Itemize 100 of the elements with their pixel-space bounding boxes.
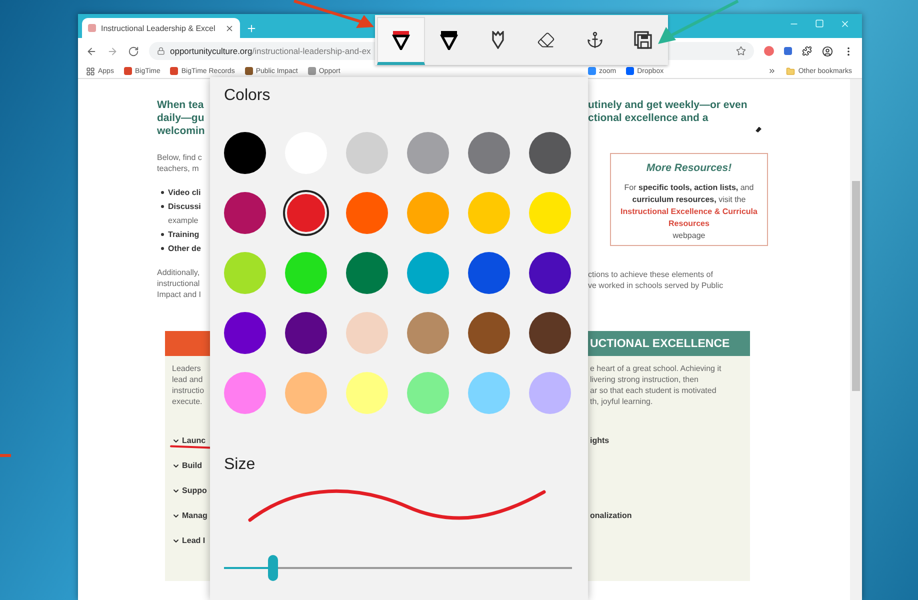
color-swatch[interactable] xyxy=(224,192,266,234)
color-swatch[interactable] xyxy=(285,312,327,354)
color-swatch[interactable] xyxy=(529,312,571,354)
paragraph-line: lead and xyxy=(172,374,204,385)
list-item: Video cli xyxy=(168,188,201,196)
scrollbar-thumb[interactable] xyxy=(852,181,860,391)
save-icon xyxy=(634,31,652,49)
paragraph-line: e heart of a great school. Achieving it xyxy=(590,363,722,374)
accordion-item[interactable]: onalization xyxy=(590,511,632,520)
color-swatch[interactable] xyxy=(346,132,388,174)
accordion-item[interactable]: Lead I xyxy=(172,536,206,545)
accordion-item[interactable]: Launc xyxy=(172,436,206,445)
heading-line: utinely and get weekly—or even xyxy=(588,99,748,112)
paragraph-line: livering strong instruction, then xyxy=(590,374,700,385)
size-label: Size xyxy=(224,456,256,474)
extension-icon[interactable] xyxy=(784,47,792,55)
more-bookmarks-icon[interactable] xyxy=(768,67,776,75)
size-slider[interactable] xyxy=(224,555,572,581)
eraser-icon xyxy=(537,31,556,49)
color-swatch[interactable] xyxy=(407,252,449,294)
chevron-icon xyxy=(172,436,180,444)
bullet-icon xyxy=(161,246,164,250)
paragraph-line: instructional xyxy=(157,278,201,289)
scrollbar[interactable] xyxy=(850,79,862,600)
list-item: Other de xyxy=(168,244,201,252)
paragraph-line: execute. xyxy=(172,396,204,407)
color-swatch[interactable] xyxy=(529,192,571,234)
chevron-icon xyxy=(172,462,180,470)
flyout-title: Colors xyxy=(224,87,272,105)
favicon-icon xyxy=(88,24,96,32)
reload-icon[interactable] xyxy=(128,46,139,56)
card-title: More Resources! xyxy=(646,162,732,174)
maximize-icon[interactable] xyxy=(815,18,824,28)
star-icon[interactable] xyxy=(736,46,746,56)
bullet-icon xyxy=(161,190,164,194)
forward-icon[interactable] xyxy=(107,46,118,56)
color-swatch[interactable] xyxy=(224,372,266,414)
anchor-icon xyxy=(586,31,604,49)
resources-link[interactable]: Instructional Excellence & Curricula Resources xyxy=(617,206,761,230)
color-swatch[interactable] xyxy=(407,312,449,354)
color-swatch[interactable] xyxy=(529,252,571,294)
accordion-item[interactable]: Manag xyxy=(172,511,208,520)
color-swatch[interactable] xyxy=(468,192,510,234)
heading-line: ctional excellence and a xyxy=(588,112,710,125)
apps-icon xyxy=(86,66,95,76)
color-swatch[interactable] xyxy=(224,252,266,294)
pencil-icon xyxy=(490,31,505,49)
color-swatch[interactable] xyxy=(468,252,510,294)
color-swatch[interactable] xyxy=(224,312,266,354)
card-text: For specific tools, action lists, and curriculum resources, visit the Instructional Excellence & Curricula Resources webpage xyxy=(617,182,761,242)
color-swatch[interactable] xyxy=(346,192,388,234)
paragraph-line: Impact and I xyxy=(157,289,202,300)
extensions-icon[interactable] xyxy=(802,46,812,56)
color-swatch[interactable] xyxy=(346,372,388,414)
color-swatch[interactable] xyxy=(468,312,510,354)
list-item: Discussi xyxy=(168,202,201,210)
browser-tab[interactable]: Instructional Leadership & Excel xyxy=(82,18,240,38)
color-swatch[interactable] xyxy=(407,132,449,174)
color-swatch[interactable] xyxy=(346,252,388,294)
tab-title: Instructional Leadership & Excel xyxy=(101,24,216,32)
folder-icon xyxy=(786,66,796,76)
list-item: example xyxy=(168,216,198,224)
color-swatch[interactable] xyxy=(407,372,449,414)
color-swatch[interactable] xyxy=(285,252,327,294)
color-swatch[interactable] xyxy=(468,372,510,414)
section-header: UCTIONAL EXCELLENCE xyxy=(588,331,750,356)
accordion-item[interactable]: Suppo xyxy=(172,486,207,495)
color-swatch[interactable] xyxy=(285,192,327,234)
new-tab-icon[interactable] xyxy=(246,23,257,34)
paragraph-line: Leaders xyxy=(172,363,202,374)
color-swatch[interactable] xyxy=(468,132,510,174)
paragraph-line: ctions to achieve these elements of xyxy=(588,269,714,280)
heading-line: When tea xyxy=(157,99,205,112)
bullet-icon xyxy=(161,204,164,208)
list-item: Training xyxy=(168,230,200,238)
color-swatch[interactable] xyxy=(407,192,449,234)
profile-icon[interactable] xyxy=(822,46,833,56)
chevron-icon xyxy=(172,512,180,520)
back-icon[interactable] xyxy=(86,46,97,56)
close-icon[interactable] xyxy=(225,24,234,32)
color-swatch[interactable] xyxy=(346,312,388,354)
paragraph-line: Below, find c xyxy=(157,152,203,163)
color-swatch[interactable] xyxy=(224,132,266,174)
ink-mark xyxy=(0,454,11,457)
bullet-icon xyxy=(161,232,164,236)
heading-line: daily—gu xyxy=(157,112,206,125)
paragraph-line: ve worked in schools served by Public xyxy=(588,280,724,291)
accordion-item[interactable]: ights xyxy=(590,436,610,445)
chevron-icon xyxy=(172,536,180,544)
heading-line: welcomin xyxy=(157,125,206,138)
color-swatch[interactable] xyxy=(529,372,571,414)
tool-button[interactable] xyxy=(377,17,424,65)
accordion-item[interactable]: Build xyxy=(172,461,202,470)
url-text: opportunityculture.org/instructional-leadership-and-ex xyxy=(170,46,371,56)
slider-thumb[interactable] xyxy=(268,555,278,581)
paragraph-line: th, joyful learning. xyxy=(590,396,654,407)
paragraph-line: ar so that each student is motivated xyxy=(590,385,718,396)
paragraph-line: Additionally, xyxy=(157,267,201,278)
color-swatch[interactable] xyxy=(285,372,327,414)
color-swatch[interactable] xyxy=(529,132,571,174)
